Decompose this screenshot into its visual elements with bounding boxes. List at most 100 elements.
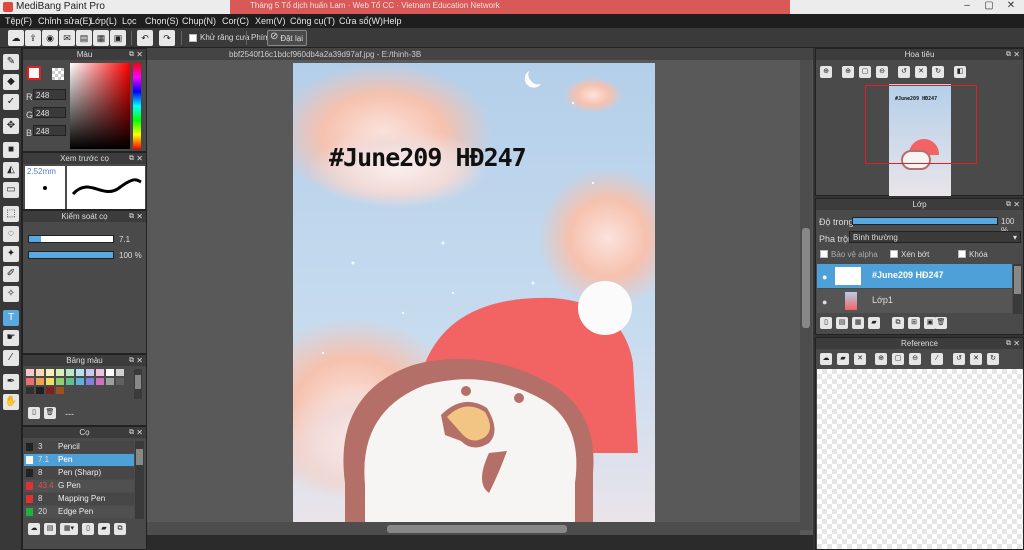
move-tool-icon[interactable]: ✥ [3, 118, 19, 134]
brush-list-item[interactable]: 3 Pencil [24, 441, 134, 453]
brush-folder-icon[interactable]: ▰ [98, 523, 110, 535]
rotate-right-icon[interactable]: ↻ [932, 66, 944, 78]
brush-tool-icon[interactable]: ✎ [3, 54, 19, 70]
clip-checkbox[interactable] [890, 250, 898, 258]
zoom-in-icon[interactable]: ⊕ [820, 66, 832, 78]
select-tool-icon[interactable]: ⬚ [3, 206, 19, 222]
new-layer-icon[interactable]: ▯ [820, 317, 832, 329]
menu-window[interactable]: Cửa sổ(W) [339, 16, 383, 26]
canvas-vertical-scrollbar[interactable] [800, 60, 812, 530]
blend-mode-select[interactable]: Bình thường ▾ [849, 231, 1021, 243]
zoom-in-alt-icon[interactable]: ⊕ [842, 66, 854, 78]
operation-tool-icon[interactable]: ☛ [3, 330, 19, 346]
eraser-tool-icon[interactable]: ◆ [3, 74, 19, 90]
ref-zoom-out-icon[interactable]: ⊖ [909, 353, 921, 365]
brush-list-item[interactable]: 20 Edge Pen [24, 506, 134, 518]
blue-value-field[interactable]: 248 [33, 125, 66, 136]
brush-list-item[interactable]: 8 Mapping Pen [24, 493, 134, 505]
upload-icon[interactable]: ⇪ [25, 30, 41, 46]
palette-swatch[interactable] [66, 378, 74, 385]
hue-slider[interactable] [133, 63, 141, 149]
brush-opacity-slider[interactable] [28, 251, 114, 259]
undo-icon[interactable]: ↶ [137, 30, 153, 46]
rect-tool-icon[interactable]: ■ [3, 142, 19, 158]
palette-swatch[interactable] [96, 369, 104, 376]
document-icon[interactable]: ▤ [76, 30, 92, 46]
brush-list-scrollbar[interactable] [135, 441, 144, 519]
duplicate-layer-icon[interactable]: ⧉ [892, 317, 904, 329]
merge-layer-icon[interactable]: ⊞ [908, 317, 920, 329]
palette-swatch[interactable] [36, 369, 44, 376]
ref-eyedropper-icon[interactable]: ⁄ [931, 353, 943, 365]
brush-list-item[interactable]: 7.1 Pen [24, 454, 134, 466]
palette-swatch[interactable] [106, 378, 114, 385]
menu-file[interactable]: Tệp(F) [5, 16, 32, 26]
palette-swatch[interactable] [56, 387, 64, 394]
menu-select[interactable]: Chọn(S) [145, 16, 179, 26]
red-value-field[interactable]: 248 [33, 89, 66, 100]
palette-swatch[interactable] [36, 378, 44, 385]
secondary-color-swatch[interactable] [52, 68, 64, 80]
navigator-viewport[interactable] [865, 85, 977, 164]
share-icon[interactable]: ◉ [42, 30, 58, 46]
gradient-tool-icon[interactable]: ▭ [3, 182, 19, 198]
grid-icon[interactable]: ▦ [93, 30, 109, 46]
text-tool-icon[interactable]: T [3, 310, 19, 326]
ref-reset-icon[interactable]: ✕ [970, 353, 982, 365]
rotate-left-icon[interactable]: ↺ [898, 66, 910, 78]
maximize-icon[interactable]: ▢ [978, 0, 1000, 14]
palette-swatch[interactable] [46, 378, 54, 385]
eye-icon[interactable]: ● [822, 272, 827, 282]
palette-swatch[interactable] [56, 369, 64, 376]
menu-view[interactable]: Xem(V) [255, 16, 286, 26]
menu-help[interactable]: Help [383, 16, 402, 26]
fit-icon[interactable]: ▢ [859, 66, 871, 78]
palette-swatch[interactable] [36, 387, 44, 394]
color-square[interactable] [70, 63, 130, 149]
document-tab[interactable]: bbf2540f16c1bdcf960db4a2a39d97af.jpg - E… [147, 48, 813, 60]
lasso-tool-icon[interactable]: ◌ [3, 226, 19, 242]
new-palette-icon[interactable]: ▯ [28, 407, 40, 419]
ref-rotate-right-icon[interactable]: ↻ [987, 353, 999, 365]
cloud-brush-icon[interactable]: ☁ [28, 523, 40, 535]
palette-swatch[interactable] [116, 378, 124, 385]
palette-swatch[interactable] [26, 387, 34, 394]
color-picker-icon[interactable]: ✒ [3, 374, 19, 390]
palette-swatch[interactable] [46, 387, 54, 394]
hand-tool-icon[interactable]: ✋ [3, 394, 19, 410]
cloud-icon[interactable]: ☁ [8, 30, 24, 46]
protect-alpha-checkbox[interactable] [820, 250, 828, 258]
palette-swatch[interactable] [116, 369, 124, 376]
palette-swatches[interactable] [26, 369, 131, 399]
menu-tools[interactable]: Công cụ(T) [290, 16, 335, 26]
brush-doc-icon[interactable]: ▯ [82, 523, 94, 535]
menu-filter[interactable]: Lọc [122, 16, 137, 26]
palette-swatch[interactable] [86, 369, 94, 376]
palette-swatch[interactable] [26, 369, 34, 376]
green-value-field[interactable]: 248 [33, 107, 66, 118]
lock-checkbox[interactable] [958, 250, 966, 258]
reset-view-icon[interactable]: ✕ [915, 66, 927, 78]
dot-tool-icon[interactable]: ✓ [3, 94, 19, 110]
layer-row-text[interactable]: ● #June209 HĐ247 [817, 264, 1012, 288]
brush-list-item[interactable]: 8 Pen (Sharp) [24, 467, 134, 479]
add-brush-icon[interactable]: ▤ [44, 523, 56, 535]
palette-swatch[interactable] [56, 378, 64, 385]
palette-swatch[interactable] [96, 378, 104, 385]
close-icon[interactable]: ✕ [1000, 0, 1022, 14]
fill-tool-icon[interactable]: ◭ [3, 162, 19, 178]
new-layer-alt-icon[interactable]: ▤ [836, 317, 848, 329]
palette-swatch[interactable] [86, 378, 94, 385]
palette-swatch[interactable] [46, 369, 54, 376]
menu-snap[interactable]: Chụp(N) [182, 16, 216, 26]
ref-fit-icon[interactable]: ▢ [892, 353, 904, 365]
delete-palette-icon[interactable]: 🗑 [44, 407, 56, 419]
layer-row-lop1[interactable]: ● Lớp1 [817, 289, 1012, 313]
comment-icon[interactable]: ✉ [59, 30, 75, 46]
primary-color-swatch[interactable] [27, 66, 41, 80]
palette-swatch[interactable] [76, 378, 84, 385]
zoom-out-icon[interactable]: ⊖ [876, 66, 888, 78]
brush-size-slider[interactable] [28, 235, 114, 243]
canvas-horizontal-scrollbar[interactable] [147, 522, 800, 535]
ref-zoom-in-icon[interactable]: ⊕ [875, 353, 887, 365]
